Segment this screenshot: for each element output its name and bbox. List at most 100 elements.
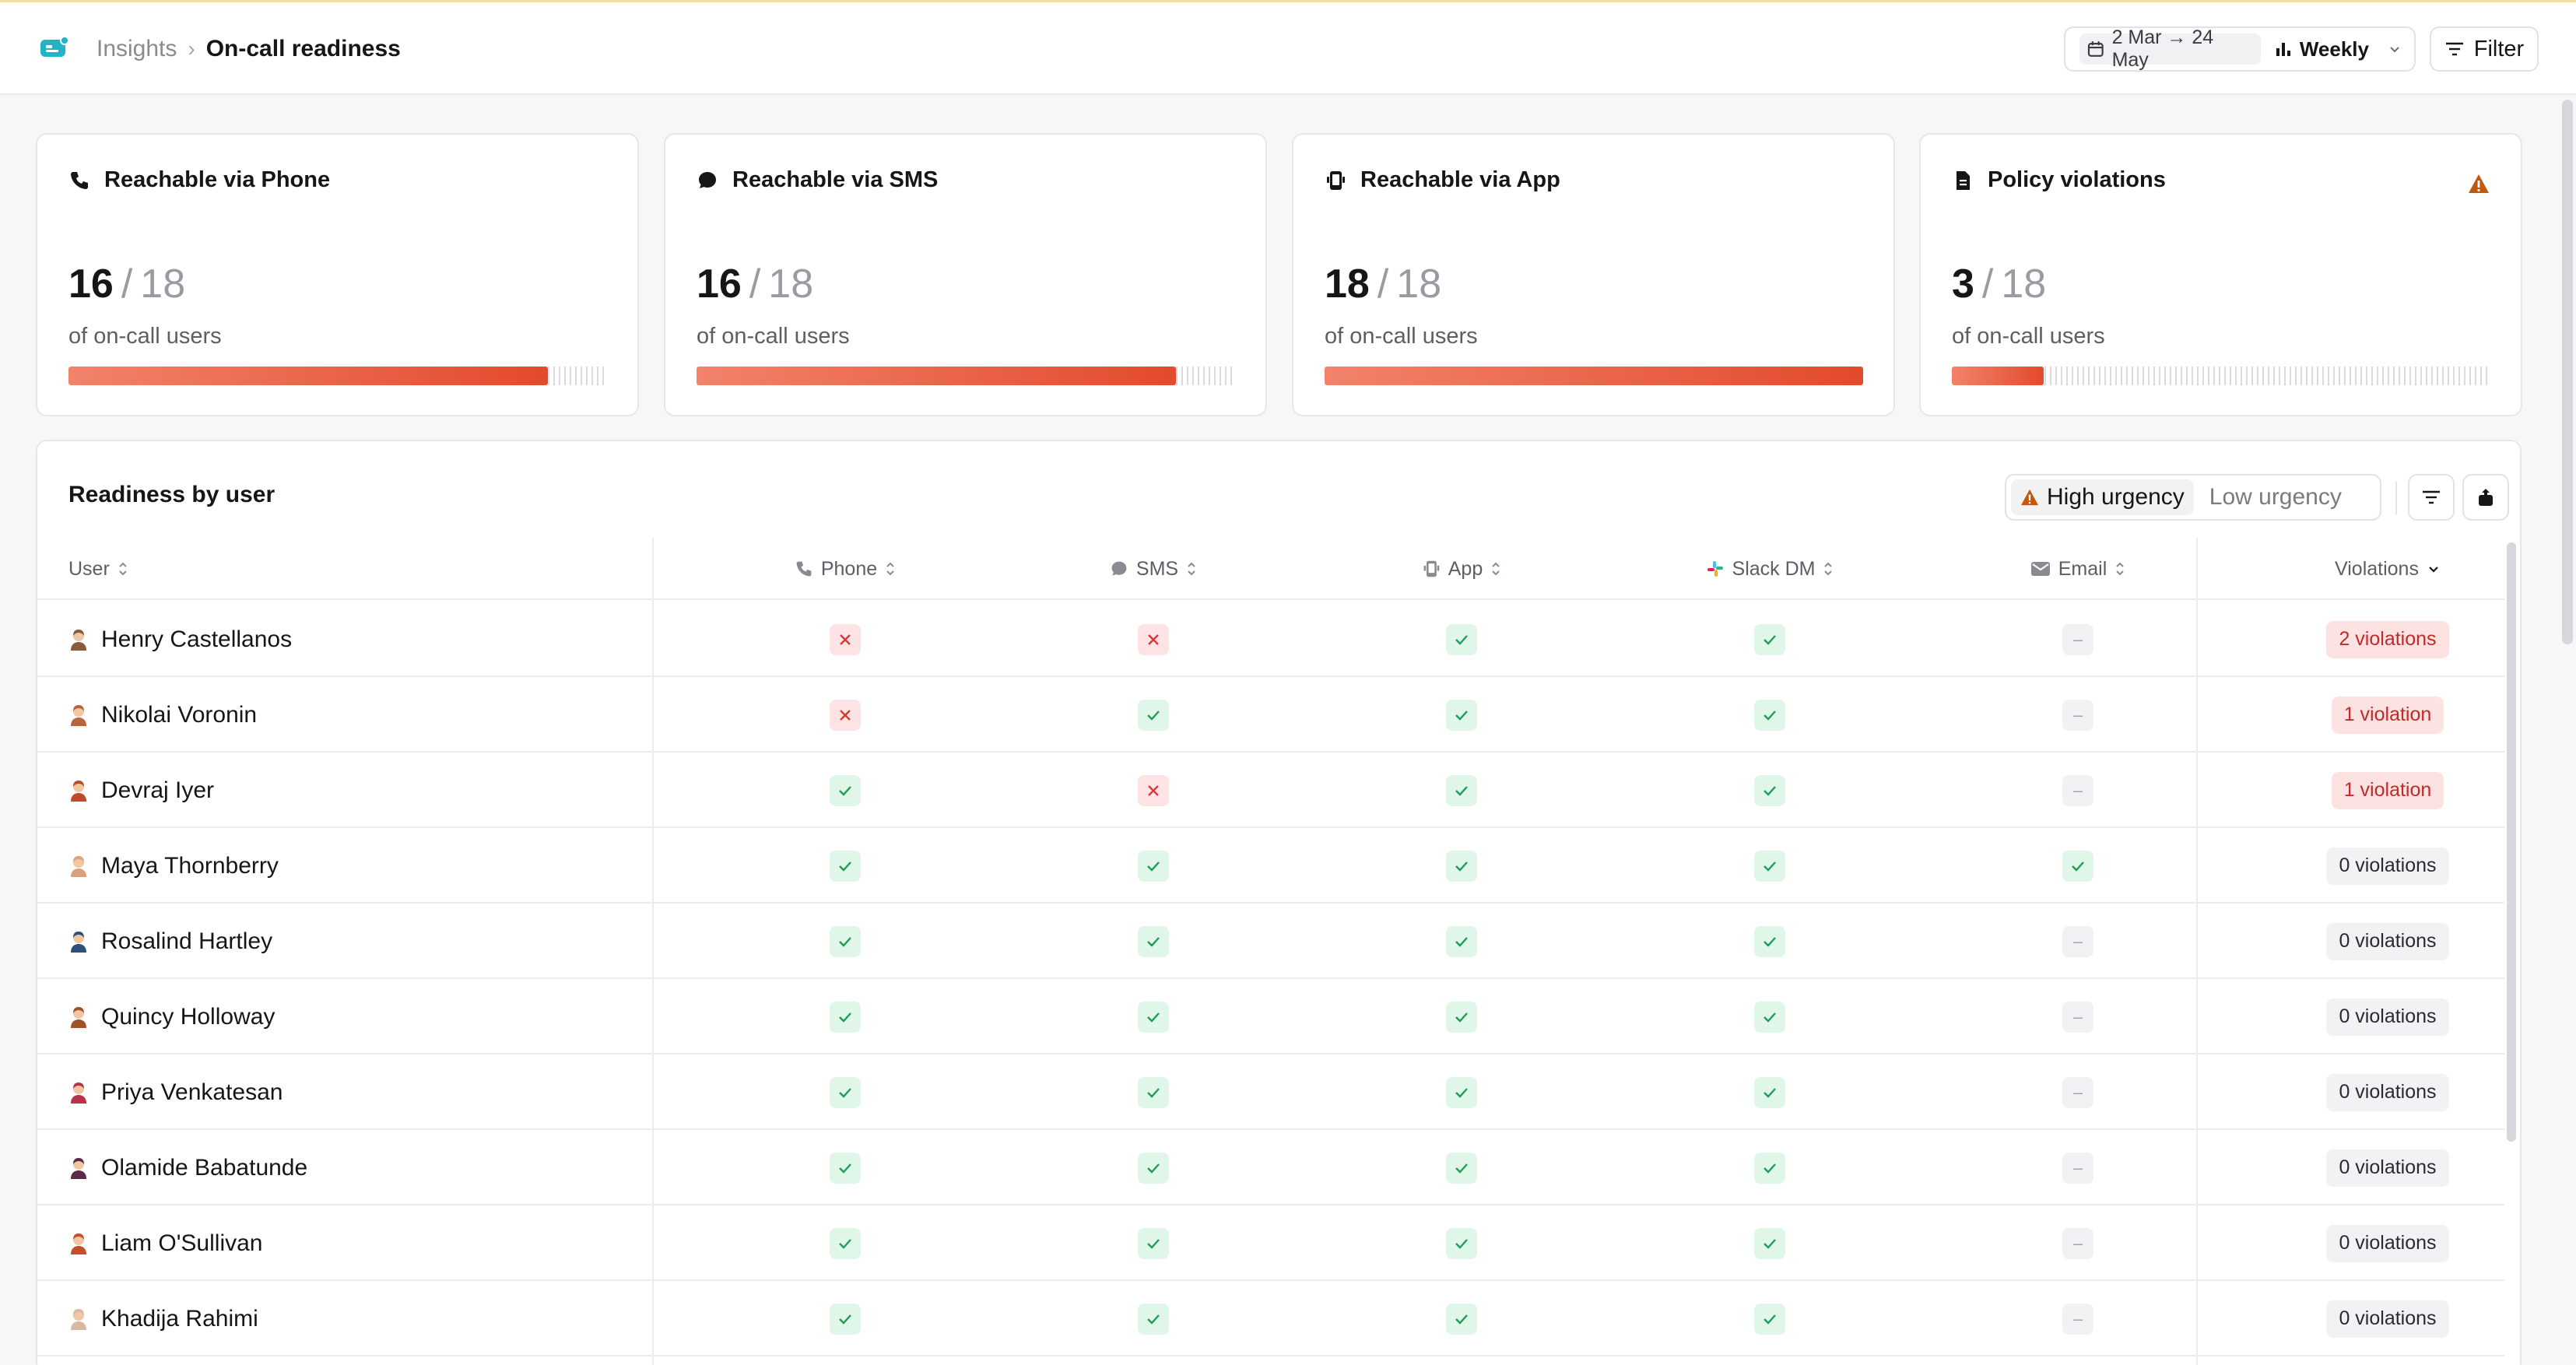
check-icon <box>1446 1303 1477 1335</box>
user-name[interactable]: Nikolai Voronin <box>101 702 257 728</box>
warning-icon <box>2469 174 2489 193</box>
user-cell: Maya Thornberry <box>68 828 279 904</box>
table-row[interactable]: Maya Thornberry 0 violations <box>37 828 2504 904</box>
violations-badge[interactable]: 0 violations <box>2326 922 2449 960</box>
check-icon <box>1446 1152 1477 1184</box>
column-header-email[interactable]: Email <box>1924 538 2232 600</box>
user-name[interactable]: Priya Venkatesan <box>101 1079 283 1106</box>
violations-badge[interactable]: 0 violations <box>2326 1224 2449 1262</box>
document-icon <box>1957 171 1970 190</box>
column-header-violations[interactable]: Violations <box>2232 538 2520 600</box>
user-name[interactable]: Khadija Rahimi <box>101 1306 258 1332</box>
breadcrumb-insights[interactable]: Insights <box>97 36 177 62</box>
app-status-cell <box>1423 677 1500 753</box>
violations-cell: 2 violations <box>2232 602 2520 677</box>
table-row[interactable]: Quincy Holloway – 0 violations <box>37 979 2504 1054</box>
not-applicable-indicator: – <box>2062 774 2093 806</box>
avatar <box>71 1082 86 1104</box>
check-icon <box>1754 1227 1785 1259</box>
violations-badge[interactable]: 0 violations <box>2326 1300 2449 1338</box>
column-header-sms[interactable]: SMS <box>999 538 1307 600</box>
page-scrollbar[interactable] <box>2562 100 2573 644</box>
user-name[interactable]: Henry Castellanos <box>101 626 292 653</box>
chevron-down-icon <box>2429 567 2438 573</box>
violations-badge[interactable]: 0 violations <box>2326 1073 2449 1111</box>
email-status-cell: – <box>2039 1281 2117 1356</box>
table-row[interactable]: Priya Venkatesan – 0 violations <box>37 1054 2504 1130</box>
email-status-cell: – <box>2039 1205 2117 1281</box>
na-symbol: – <box>2072 1157 2083 1177</box>
app-status-cell <box>1423 828 1500 904</box>
app-status-cell <box>1423 904 1500 979</box>
violations-badge[interactable]: 0 violations <box>2326 847 2449 885</box>
not-applicable-indicator: – <box>2062 623 2093 655</box>
sms-status-cell <box>1114 1281 1192 1356</box>
granularity-select[interactable]: Weekly <box>2275 37 2402 61</box>
urgency-high-label: High urgency <box>2047 484 2185 510</box>
check-icon <box>830 1076 861 1108</box>
table-scrollbar[interactable] <box>2507 542 2516 1142</box>
email-status-cell: – <box>2039 602 2117 677</box>
app-logo-icon[interactable] <box>39 35 70 61</box>
email-status-cell: – <box>2039 753 2117 828</box>
user-name[interactable]: Devraj Iyer <box>101 777 214 804</box>
card-total: 18 <box>1396 261 1442 307</box>
email-status-cell: – <box>2039 1130 2117 1205</box>
warning-icon <box>2021 489 2038 506</box>
check-icon <box>1446 925 1477 957</box>
user-name[interactable]: Olamide Babatunde <box>101 1155 307 1181</box>
user-cell: Devraj Iyer <box>68 753 214 828</box>
filter-icon <box>2423 490 2440 504</box>
email-status-cell: – <box>2039 677 2117 753</box>
table-row[interactable]: Nikolai Voronin – 1 violation <box>37 677 2504 753</box>
violations-badge[interactable]: 1 violation <box>2331 696 2444 734</box>
user-name[interactable]: Maya Thornberry <box>101 853 279 879</box>
phone-status-cell <box>806 602 884 677</box>
violations-badge[interactable]: 0 violations <box>2326 1149 2449 1187</box>
table-row[interactable]: Olamide Babatunde – 0 violations <box>37 1130 2504 1205</box>
check-icon <box>830 925 861 957</box>
table-row[interactable]: Henry Castellanos – 2 violations <box>37 602 2504 677</box>
check-icon <box>1754 1303 1785 1335</box>
column-header-user[interactable]: User <box>68 538 128 600</box>
table-row[interactable]: Rosalind Hartley – 0 violations <box>37 904 2504 979</box>
progress-bar <box>697 367 1235 385</box>
sort-icon <box>1188 562 1195 576</box>
progress-bar <box>1952 367 2490 385</box>
user-name[interactable]: Liam O'Sullivan <box>101 1230 262 1257</box>
column-header-app[interactable]: App <box>1307 538 1616 600</box>
column-header-phone[interactable]: Phone <box>691 538 999 600</box>
check-icon <box>2062 850 2093 882</box>
card-slash: / <box>749 261 761 307</box>
table-row[interactable]: Khadija Rahimi – 0 violations <box>37 1281 2504 1356</box>
user-name[interactable]: Rosalind Hartley <box>101 928 272 955</box>
card-title: Policy violations <box>1988 167 2166 192</box>
column-header-slack[interactable]: Slack DM <box>1616 538 1924 600</box>
sms-status-cell <box>1114 602 1192 677</box>
column-label: Email <box>2058 557 2107 580</box>
phone-status-cell <box>806 828 884 904</box>
not-applicable-indicator: – <box>2062 1227 2093 1259</box>
app-status-cell <box>1423 1054 1500 1130</box>
app-status-cell <box>1423 602 1500 677</box>
stat-card-sms: Reachable via SMS 16 / 18 of on-call use… <box>664 133 1267 416</box>
export-button[interactable] <box>2462 474 2509 521</box>
sort-icon <box>2116 562 2124 576</box>
violations-badge[interactable]: 1 violation <box>2331 771 2444 809</box>
violations-badge[interactable]: 0 violations <box>2326 998 2449 1036</box>
urgency-low-option[interactable]: Low urgency <box>2202 484 2350 511</box>
progress-bar <box>1325 367 1863 385</box>
not-applicable-indicator: – <box>2062 1152 2093 1184</box>
filter-button[interactable]: Filter <box>2430 26 2539 72</box>
table-row[interactable]: Liam O'Sullivan – 0 violations <box>37 1205 2504 1281</box>
violations-cell: 0 violations <box>2232 904 2520 979</box>
violations-badge[interactable]: 2 violations <box>2326 620 2449 658</box>
slack-status-cell <box>1731 602 1809 677</box>
breadcrumb: Insights › On-call readiness <box>97 33 401 65</box>
table-row[interactable]: Devraj Iyer – 1 violation <box>37 753 2504 828</box>
export-icon <box>2479 489 2493 506</box>
date-range-picker[interactable]: 2 Mar → 24 May <box>2079 26 2261 71</box>
urgency-high-option[interactable]: High urgency <box>2011 479 2194 515</box>
user-name[interactable]: Quincy Holloway <box>101 1004 275 1030</box>
table-filter-button[interactable] <box>2408 474 2455 521</box>
